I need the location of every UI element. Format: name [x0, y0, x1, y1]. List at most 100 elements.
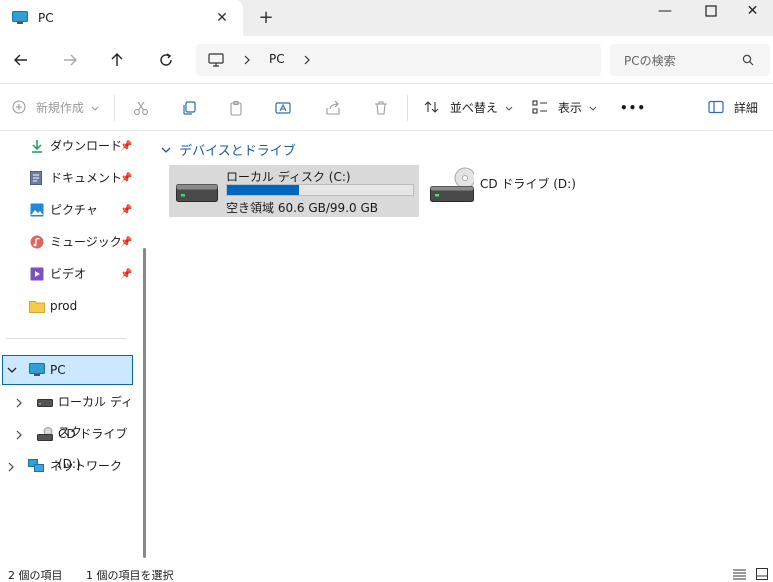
view-button[interactable]: 表示	[532, 97, 597, 119]
search-input[interactable]: PCの検索	[624, 52, 676, 69]
address-bar[interactable]: PC	[196, 44, 601, 76]
tab-pc[interactable]: PC ✕	[0, 0, 243, 36]
chevron-right-icon[interactable]	[15, 430, 23, 440]
computer-icon	[208, 53, 224, 67]
picture-icon	[30, 203, 44, 217]
document-icon	[30, 171, 42, 185]
drive-usage-fill	[227, 185, 300, 195]
maximize-button[interactable]	[686, 0, 736, 24]
sidebar-item-prod[interactable]: prod	[0, 291, 135, 321]
view-icon	[532, 100, 547, 114]
divider	[407, 95, 408, 121]
hard-drive-icon	[176, 184, 218, 202]
navigation-bar: PC PCの検索	[0, 36, 773, 84]
pin-icon[interactable]: 📌	[120, 164, 132, 194]
sidebar-item-label: PC	[50, 363, 66, 377]
tab-close-button[interactable]: ✕	[213, 9, 231, 27]
arrow-right-icon	[64, 54, 77, 66]
minimize-button[interactable]: —	[640, 0, 690, 24]
sidebar-item-label: ドキュメント	[50, 171, 123, 185]
sidebar-item-label: prod	[50, 299, 78, 313]
arrow-up-icon	[111, 53, 123, 66]
sidebar-item-label: ミュージック	[50, 235, 122, 249]
sidebar-item-music[interactable]: ミュージック 📌	[0, 227, 135, 257]
download-icon	[32, 140, 42, 153]
sidebar-item-label: ピクチャ	[50, 203, 98, 217]
cd-drive-icon	[37, 427, 53, 441]
share-icon[interactable]	[325, 100, 341, 116]
plus-circle-icon	[12, 100, 26, 114]
pin-icon[interactable]: 📌	[120, 196, 132, 226]
tab-title: PC	[38, 11, 54, 25]
pin-icon[interactable]: 📌	[120, 260, 132, 290]
chevron-right-icon[interactable]	[15, 398, 23, 408]
folder-icon	[29, 301, 45, 313]
drive-name: CD ドライブ (D:)	[480, 177, 576, 191]
large-icons-view-icon[interactable]	[756, 568, 768, 580]
sort-label: 並べ替え	[449, 101, 498, 115]
details-button[interactable]: 詳細	[708, 97, 758, 119]
up-button[interactable]	[105, 48, 129, 72]
item-count: 2 個の項目	[8, 569, 63, 582]
cd-drive-icon	[430, 167, 474, 202]
drive-tile-d[interactable]: CD ドライブ (D:)	[426, 165, 626, 217]
drive-free-space: 空き領域 60.6 GB/99.0 GB	[226, 201, 378, 215]
sidebar-item-videos[interactable]: ビデオ 📌	[0, 259, 135, 289]
details-pane-icon	[708, 100, 724, 114]
sidebar-item-label: ビデオ	[50, 267, 87, 281]
sidebar-item-label: ネットワーク	[50, 459, 123, 473]
chevron-down-icon	[505, 106, 513, 111]
status-bar: 2 個の項目 1 個の項目を選択	[0, 563, 773, 582]
network-icon	[28, 459, 44, 472]
more-options-button[interactable]: •••	[620, 97, 646, 119]
search-box[interactable]: PCの検索	[610, 44, 770, 76]
copy-icon[interactable]	[181, 100, 197, 116]
maximize-icon	[705, 5, 717, 17]
command-bar: 新規作成 並べ替え 表示 ••• 詳細	[0, 85, 773, 131]
sidebar-scrollbar[interactable]	[143, 248, 146, 558]
view-label: 表示	[557, 101, 582, 115]
close-window-button[interactable]: ✕	[732, 0, 773, 24]
drive-name: ローカル ディスク (C:)	[226, 170, 351, 184]
back-button[interactable]	[9, 48, 33, 72]
sidebar-item-pictures[interactable]: ピクチャ 📌	[0, 195, 135, 225]
pin-icon[interactable]: 📌	[120, 228, 132, 258]
details-label: 詳細	[733, 101, 758, 115]
chevron-down-icon	[91, 106, 99, 111]
sidebar-item-network[interactable]: ネットワーク	[0, 451, 135, 481]
rename-icon[interactable]	[275, 100, 293, 116]
chevron-right-icon[interactable]	[243, 55, 251, 65]
sidebar-item-downloads[interactable]: ダウンロード 📌	[0, 131, 135, 161]
sidebar-item-documents[interactable]: ドキュメント 📌	[0, 163, 135, 193]
forward-button[interactable]	[58, 48, 82, 72]
refresh-icon	[160, 53, 172, 66]
selection-count: 1 個の項目を選択	[86, 569, 174, 582]
sidebar-item-pc[interactable]: PC	[2, 355, 133, 385]
sidebar-item-local-disk[interactable]: ローカル ディスク	[0, 387, 135, 439]
new-tab-button[interactable]: +	[256, 8, 276, 28]
cut-icon[interactable]	[133, 100, 149, 116]
sort-button[interactable]: 並べ替え	[424, 97, 513, 119]
chevron-right-icon[interactable]	[7, 462, 15, 472]
refresh-button[interactable]	[154, 48, 178, 72]
sort-icon	[424, 101, 439, 113]
trash-icon[interactable]	[373, 100, 389, 116]
sidebar-item-label: ダウンロード	[50, 139, 123, 153]
breadcrumb-pc[interactable]: PC	[269, 52, 285, 66]
sidebar-item-cd-drive[interactable]: CD ドライブ (D:)	[0, 419, 135, 471]
chevron-right-icon[interactable]	[303, 55, 311, 65]
pin-icon[interactable]: 📌	[120, 132, 132, 162]
arrow-left-icon	[14, 54, 27, 66]
chevron-down-icon	[161, 147, 171, 153]
group-header-devices[interactable]: デバイスとドライブ	[161, 140, 296, 159]
chevron-down-icon[interactable]	[7, 366, 17, 374]
new-button[interactable]: 新規作成	[12, 97, 99, 119]
details-view-icon[interactable]	[733, 569, 746, 580]
paste-icon[interactable]	[228, 100, 244, 116]
divider	[114, 95, 115, 121]
chevron-down-icon	[589, 106, 597, 111]
drive-usage-bar	[226, 184, 414, 196]
search-icon	[742, 54, 754, 66]
video-icon	[30, 267, 44, 281]
music-icon	[30, 235, 44, 249]
